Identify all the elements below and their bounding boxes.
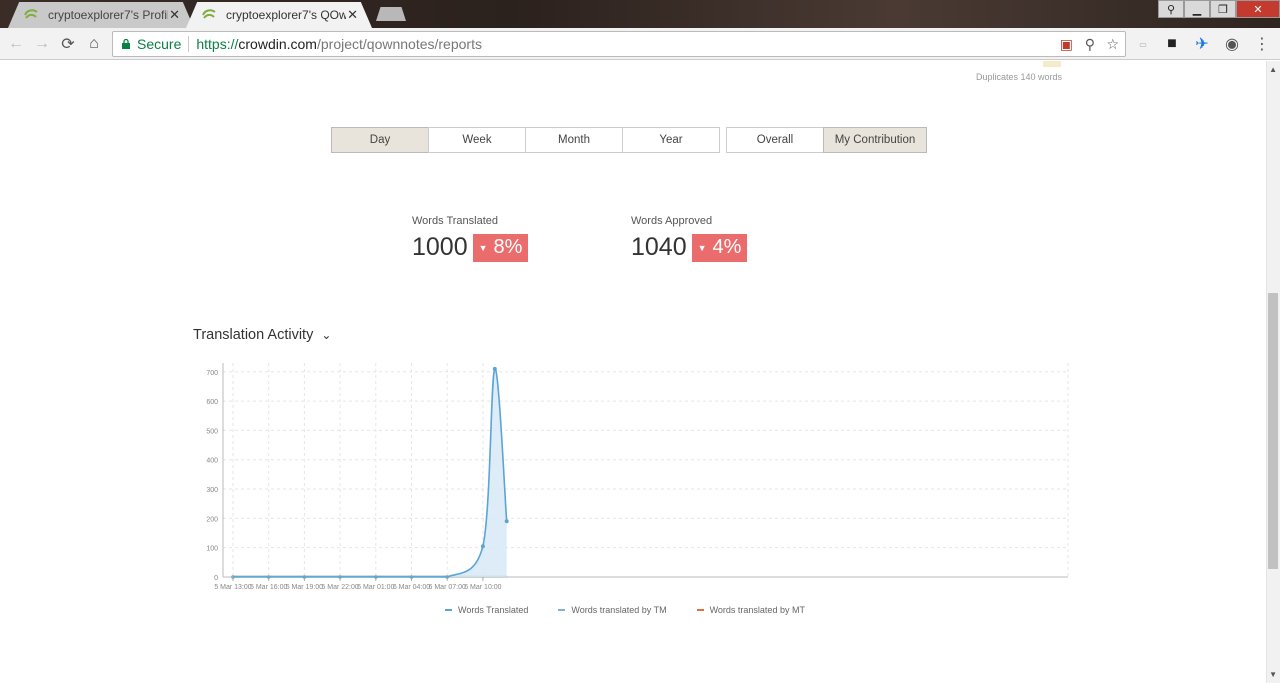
secure-label: Secure (137, 36, 182, 52)
data-point (492, 366, 497, 371)
tab-label: cryptoexplorer7's Profile (48, 8, 168, 22)
y-tick-label: 700 (206, 370, 218, 377)
duplicates-bar (1043, 61, 1061, 67)
stat-label: Words Approved (631, 215, 713, 227)
url-scheme: https:// (196, 36, 239, 52)
tab-close-icon[interactable]: ✕ (169, 7, 180, 23)
tab-profile[interactable]: cryptoexplorer7's Profile ✕ (8, 2, 194, 28)
down-triangle-icon: ▼ (478, 242, 488, 253)
url-host: crowdin.com (238, 36, 317, 52)
crowdin-favicon-icon (202, 9, 216, 19)
period-month-button[interactable]: Month (525, 127, 623, 153)
x-tick-label: 5 Mar 13:00 (214, 584, 251, 591)
scope-overall-button[interactable]: Overall (726, 127, 824, 153)
zoom-icon[interactable]: ⚲ (1085, 36, 1095, 53)
stat-words-approved: Words Approved 1040 ▼ 4% (631, 215, 748, 262)
scrollbar-thumb[interactable] (1268, 293, 1278, 569)
section-title: Translation Activity (193, 327, 314, 343)
legend-label: Words translated by MT (709, 605, 805, 615)
legend-item[interactable]: Words Translated (445, 605, 528, 615)
menu-dots-icon[interactable]: ⋮ (1252, 34, 1272, 54)
back-arrow-icon[interactable]: ← (6, 34, 26, 54)
url-path: /project/qownnotes/reports (316, 36, 482, 52)
browser-toolbar: ← → ⟳ ⌂ Secure https://crowdin.com/proje… (0, 28, 1280, 60)
close-window-icon[interactable]: ✕ (1236, 0, 1280, 18)
x-tick-label: 5 Mar 22:00 (321, 584, 358, 591)
browser-tab-strip: cryptoexplorer7's Profile ✕ cryptoexplor… (0, 0, 1280, 28)
scope-selector: Overall My Contribution (726, 127, 927, 153)
divider (188, 36, 190, 52)
data-point (480, 544, 485, 549)
x-tick-label: 6 Mar 07:00 (429, 584, 466, 591)
period-week-button[interactable]: Week (428, 127, 526, 153)
stat-words-translated: Words Translated 1000 ▼ 8% (412, 215, 529, 262)
legend-item[interactable]: Words translated by MT (696, 605, 805, 615)
duplicates-label: Duplicates 140 words (975, 72, 1062, 82)
tab-label: cryptoexplorer7's QOwnNotes (226, 8, 346, 22)
period-selector: Day Week Month Year (331, 127, 720, 153)
lock-icon (122, 39, 130, 49)
home-icon[interactable]: ⌂ (84, 34, 104, 54)
translation-activity-chart: 01002003004005006007005 Mar 13:005 Mar 1… (206, 363, 1069, 591)
y-tick-label: 400 (206, 458, 218, 465)
scrollbar[interactable]: ▲ ▼ (1266, 61, 1280, 683)
stat-label: Words Translated (412, 215, 499, 227)
scroll-up-icon[interactable]: ▲ (1269, 65, 1277, 74)
x-tick-label: 6 Mar 10:00 (464, 584, 501, 591)
x-tick-label: 6 Mar 01:00 (357, 584, 394, 591)
legend-swatch (445, 609, 452, 611)
y-tick-label: 500 (206, 428, 218, 435)
legend-label: Words translated by TM (571, 605, 667, 615)
y-tick-label: 0 (214, 575, 218, 582)
camera-icon[interactable]: ◉ (1222, 34, 1242, 54)
change-value: 8% (493, 236, 523, 258)
minimize-icon[interactable]: ▁ (1184, 0, 1210, 18)
legend-swatch (696, 609, 704, 611)
period-day-button[interactable]: Day (331, 127, 429, 153)
chevron-down-icon: ⌄ (321, 328, 332, 342)
scope-my-contribution-button[interactable]: My Contribution (823, 127, 927, 153)
series-line-words-translated (233, 368, 508, 578)
change-value: 4% (712, 236, 742, 258)
y-tick-label: 600 (206, 399, 218, 406)
y-tick-label: 300 (206, 487, 218, 494)
stat-value: 1040 (631, 233, 687, 261)
user-icon[interactable]: ⚲ (1158, 0, 1184, 18)
chart-legend: Words Translated Words translated by TM Wo… (445, 605, 835, 615)
down-triangle-icon: ▼ (697, 242, 707, 253)
period-year-button[interactable]: Year (622, 127, 720, 153)
scroll-down-icon[interactable]: ▼ (1269, 670, 1277, 679)
stat-value: 1000 (412, 233, 468, 261)
window-controls: ⚲ ▁ ❐ ✕ (1158, 0, 1280, 18)
translation-activity-dropdown[interactable]: Translation Activity ⌄ (193, 327, 331, 343)
change-badge: ▼ 8% (472, 233, 529, 262)
extension-icon[interactable]: ▭ (1133, 34, 1153, 54)
blocked-content-icon[interactable]: ▣ (1060, 36, 1073, 53)
video-camera-icon[interactable]: ■ (1162, 34, 1182, 54)
address-bar[interactable]: Secure https://crowdin.com/project/qownn… (112, 31, 1126, 57)
tab-close-icon[interactable]: ✕ (347, 7, 358, 23)
legend-item[interactable]: Words translated by TM (558, 605, 667, 615)
tab-qownnotes[interactable]: cryptoexplorer7's QOwnNotes ✕ (186, 2, 372, 28)
new-tab-button[interactable] (376, 7, 406, 21)
bookmark-star-icon[interactable]: ☆ (1106, 36, 1119, 53)
x-tick-label: 5 Mar 19:00 (286, 584, 323, 591)
legend-swatch (558, 609, 566, 611)
x-tick-label: 6 Mar 04:00 (393, 584, 430, 591)
data-point (504, 519, 509, 524)
change-badge: ▼ 4% (691, 233, 748, 262)
plane-extension-icon[interactable]: ✈ (1192, 34, 1212, 54)
series-area-words-translated (233, 368, 507, 577)
x-tick-label: 5 Mar 16:00 (250, 584, 287, 591)
y-tick-label: 200 (206, 516, 218, 523)
legend-label: Words Translated (458, 605, 529, 615)
crowdin-favicon-icon (24, 9, 38, 19)
reload-icon[interactable]: ⟳ (58, 34, 78, 54)
y-tick-label: 100 (206, 546, 218, 553)
forward-arrow-icon[interactable]: → (32, 34, 52, 54)
restore-icon[interactable]: ❐ (1210, 0, 1236, 18)
